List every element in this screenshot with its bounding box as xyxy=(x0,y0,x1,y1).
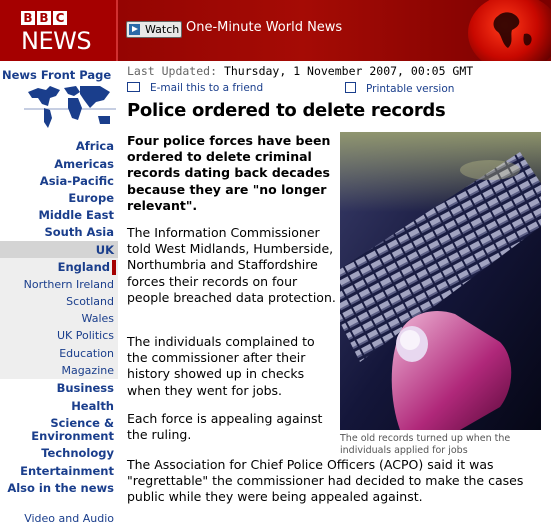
nav-middle-east[interactable]: Middle East xyxy=(38,208,114,222)
nav-health[interactable]: Health xyxy=(71,399,114,413)
nav-africa[interactable]: Africa xyxy=(76,139,114,153)
paragraph-4: The Association for Chief Police Officer… xyxy=(127,457,524,505)
last-updated-date: Thursday, 1 November 2007, 00:05 GMT xyxy=(223,64,474,78)
masthead: B B C NEWS Watch One-Minute World News xyxy=(0,0,551,61)
nav-video-and-audio[interactable]: Video and Audio xyxy=(24,512,114,525)
logo-letter-b2: B xyxy=(37,11,51,25)
headline: Police ordered to delete records xyxy=(127,100,446,121)
nav-americas[interactable]: Americas xyxy=(54,157,114,171)
logo-letter-c: C xyxy=(53,11,67,25)
print-link[interactable]: Printable version xyxy=(345,82,454,95)
globe-icon xyxy=(468,0,551,61)
world-map-icon[interactable] xyxy=(24,82,116,136)
logo-news-text: NEWS xyxy=(21,27,92,55)
last-updated-label: Last Updated: xyxy=(127,64,218,78)
nav-uk[interactable]: UK xyxy=(96,243,114,257)
nav-entertainment[interactable]: Entertainment xyxy=(20,464,114,478)
nav-uk-politics[interactable]: UK Politics xyxy=(57,329,114,342)
logo-letter-b1: B xyxy=(21,11,35,25)
nav-south-asia[interactable]: South Asia xyxy=(44,225,114,239)
watch-label: Watch xyxy=(145,23,180,36)
photo-caption: The old records turned up when the indiv… xyxy=(340,433,511,456)
last-updated: Last Updated: Thursday, 1 November 2007,… xyxy=(127,64,473,78)
paragraph-1: The Information Commissioner told West M… xyxy=(127,225,336,305)
nav-news-front-page[interactable]: News Front Page xyxy=(2,68,111,82)
nav-technology[interactable]: Technology xyxy=(41,446,114,460)
bbc-news-logo[interactable]: B B C NEWS xyxy=(0,0,116,61)
paragraph-3: Each force is appealing against the ruli… xyxy=(127,411,323,443)
nav-business[interactable]: Business xyxy=(57,381,114,395)
keyboard-mouse-photo xyxy=(340,132,541,430)
one-minute-world-news-link[interactable]: One-Minute World News xyxy=(186,20,342,35)
lead-paragraph: Four police forces have been ordered to … xyxy=(127,133,331,213)
envelope-icon xyxy=(127,82,140,92)
print-label: Printable version xyxy=(366,83,455,95)
printer-icon xyxy=(345,82,356,93)
nav-europe[interactable]: Europe xyxy=(68,191,114,205)
nav-northern-ireland[interactable]: Northern Ireland xyxy=(24,278,114,291)
nav-magazine[interactable]: Magazine xyxy=(61,364,114,377)
email-label: E-mail this to a friend xyxy=(150,82,264,94)
watch-button[interactable]: Watch xyxy=(126,21,182,38)
nav-science[interactable]: Science & xyxy=(50,416,114,430)
paragraph-2: The individuals complained to the commis… xyxy=(127,334,315,398)
sidebar-nav: News Front Page Africa Americas Asia-Pac… xyxy=(0,61,118,525)
nav-active-marker xyxy=(112,260,116,275)
nav-england[interactable]: England xyxy=(58,260,110,274)
nav-wales[interactable]: Wales xyxy=(82,312,114,325)
nav-education[interactable]: Education xyxy=(59,347,114,360)
nav-also-in-the-news[interactable]: Also in the news xyxy=(7,481,114,495)
nav-scotland[interactable]: Scotland xyxy=(66,295,114,308)
play-icon xyxy=(129,24,140,35)
email-link[interactable]: E-mail this to a friend xyxy=(127,82,263,94)
nav-asia-pacific[interactable]: Asia-Pacific xyxy=(40,174,114,188)
header-divider xyxy=(116,0,118,61)
nav-environment[interactable]: Environment xyxy=(31,429,114,443)
